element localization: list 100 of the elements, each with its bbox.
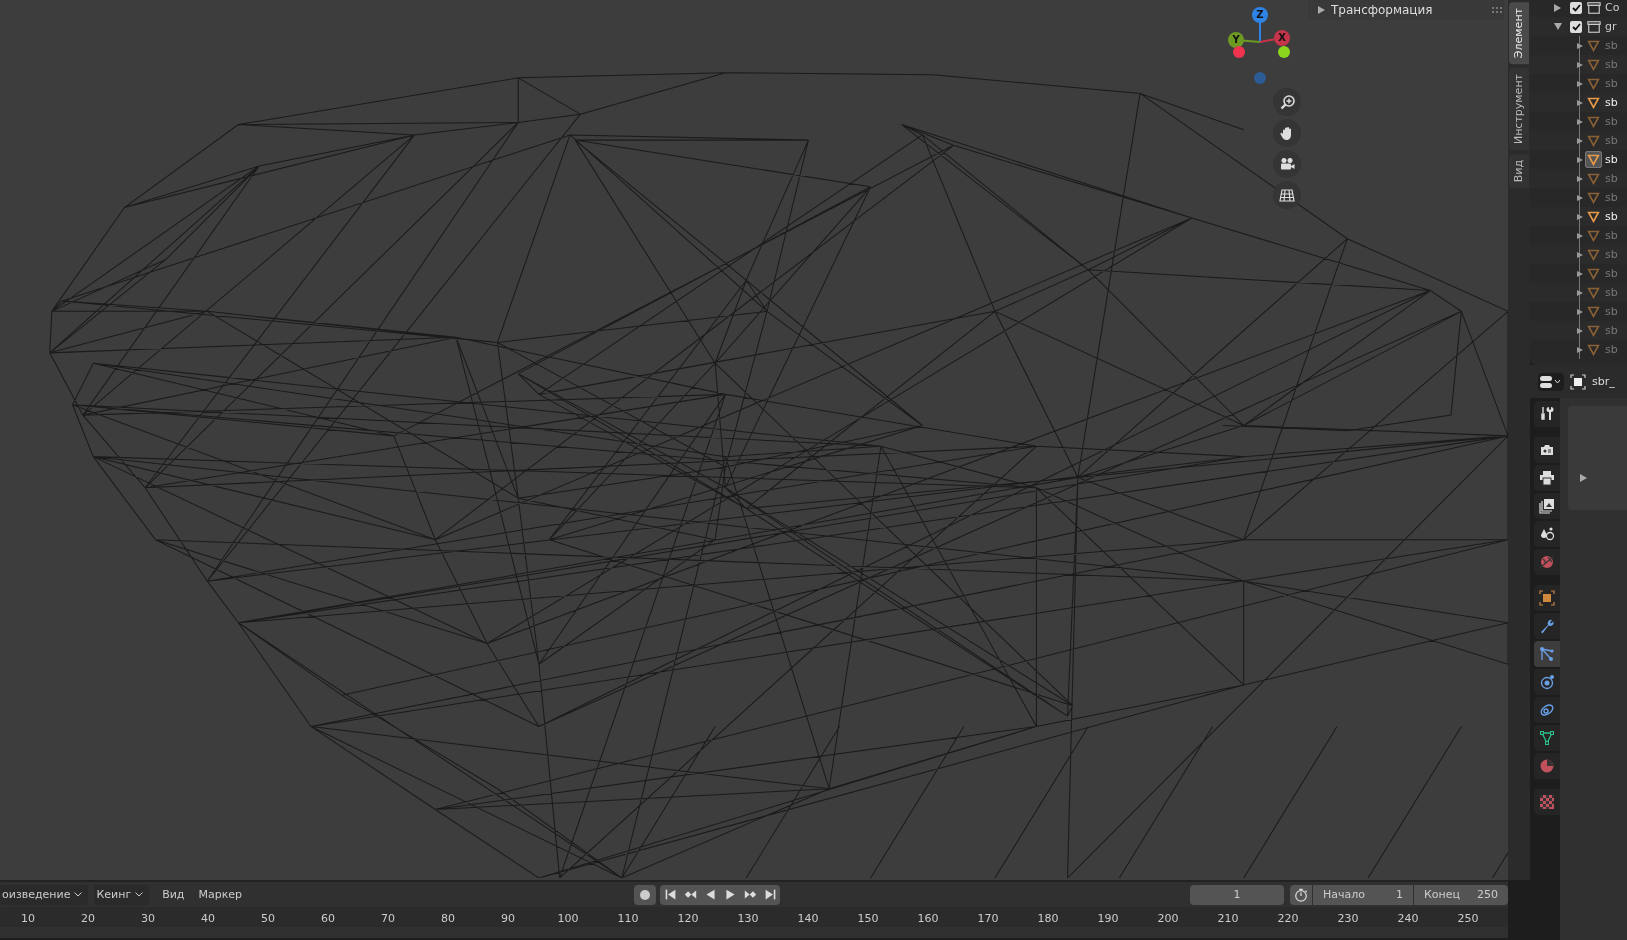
outliner-item[interactable]: sb xyxy=(1605,172,1618,185)
particles-icon xyxy=(1539,646,1555,662)
panel-header[interactable]: Трансформация xyxy=(1308,0,1504,20)
outliner-item[interactable]: sb xyxy=(1605,134,1618,147)
sidebar-tab[interactable]: Вид xyxy=(1509,154,1529,189)
outliner-item[interactable]: sb xyxy=(1605,210,1618,223)
dropdown[interactable]: Кеинг xyxy=(94,884,150,905)
material-tab[interactable] xyxy=(1534,753,1560,779)
stopwatch-button[interactable] xyxy=(1290,884,1312,905)
scene-tab[interactable] xyxy=(1534,521,1560,547)
caret-icon xyxy=(135,892,144,897)
play-reverse-icon xyxy=(703,888,717,901)
hand-button[interactable] xyxy=(1273,119,1301,147)
outliner-item[interactable]: sb xyxy=(1605,115,1618,128)
view-layer-tab[interactable] xyxy=(1534,493,1560,519)
collection-icon xyxy=(1587,20,1601,34)
frame-number: 110 xyxy=(616,911,640,927)
camera-button[interactable] xyxy=(1273,150,1301,178)
frame-number: 100 xyxy=(556,911,580,927)
expand-arrow-icon[interactable] xyxy=(1577,233,1583,239)
axis-label[interactable]: X xyxy=(1274,30,1290,46)
outliner-item[interactable]: sb xyxy=(1605,324,1618,337)
expand-arrow-icon[interactable] xyxy=(1554,23,1562,30)
axis-dot[interactable] xyxy=(1233,46,1245,58)
grid-button[interactable] xyxy=(1273,181,1301,209)
expand-arrow-icon[interactable] xyxy=(1577,62,1583,68)
particles-tab[interactable] xyxy=(1534,641,1560,667)
expand-arrow-icon[interactable] xyxy=(1577,252,1583,258)
outliner-item[interactable]: sb xyxy=(1605,58,1618,71)
frame-number: 40 xyxy=(200,911,216,927)
start-frame-field[interactable]: Начало 1 xyxy=(1313,884,1413,905)
frame-ruler[interactable]: 10 20 30 40 50 60 70 80 90 100 110 120 130 140 150 160 170 180 190 200 210 220 230 240 250 xyxy=(0,907,1508,938)
outliner-item[interactable]: sb xyxy=(1605,191,1618,204)
outliner-item[interactable]: Co xyxy=(1605,1,1620,14)
frame-number: 200 xyxy=(1156,911,1180,927)
expand-arrow-icon[interactable] xyxy=(1577,43,1583,49)
material-icon xyxy=(1539,758,1555,774)
outliner-item[interactable]: sb xyxy=(1605,286,1618,299)
grid-icon xyxy=(1279,187,1295,203)
object-icon xyxy=(1539,590,1555,606)
modifier-tab[interactable] xyxy=(1534,613,1560,639)
menu-item[interactable]: Вид xyxy=(155,888,192,901)
end-frame-field[interactable]: Конец 250 xyxy=(1414,884,1508,905)
expand-arrow-icon[interactable] xyxy=(1577,119,1583,125)
sidebar-tab[interactable]: Инструмент xyxy=(1509,68,1529,151)
frame-number: 170 xyxy=(976,911,1000,927)
expand-arrow-icon[interactable] xyxy=(1577,328,1583,334)
expand-arrow-icon[interactable] xyxy=(1577,138,1583,144)
editor-type-button[interactable] xyxy=(1538,372,1564,391)
collection-icon xyxy=(1587,1,1601,15)
world-tab[interactable] xyxy=(1534,549,1560,575)
render-tab[interactable] xyxy=(1534,437,1560,463)
outliner-item[interactable]: sb xyxy=(1605,267,1618,280)
outliner-item[interactable]: sb xyxy=(1605,77,1618,90)
outliner-item[interactable]: sb xyxy=(1605,96,1618,109)
menu-item[interactable]: Маркер xyxy=(191,888,250,901)
frame-number: 50 xyxy=(260,911,276,927)
expand-arrow-icon[interactable] xyxy=(1577,271,1583,277)
frame-number: 70 xyxy=(380,911,396,927)
grip-icon[interactable] xyxy=(1492,7,1504,13)
checkbox[interactable] xyxy=(1570,2,1582,14)
outliner-item[interactable]: sb xyxy=(1605,343,1618,356)
expand-arrow-icon[interactable] xyxy=(1577,347,1583,353)
collapsed-arrow-icon[interactable] xyxy=(1580,474,1587,482)
expand-arrow-icon[interactable] xyxy=(1577,100,1583,106)
outliner-item[interactable]: sb xyxy=(1605,248,1618,261)
view-layer-icon xyxy=(1539,498,1555,514)
expand-arrow-icon[interactable] xyxy=(1577,309,1583,315)
physics-tab[interactable] xyxy=(1534,669,1560,695)
expand-arrow-icon[interactable] xyxy=(1577,195,1583,201)
previous-keyframe-icon xyxy=(683,888,697,901)
expand-arrow-icon[interactable] xyxy=(1577,176,1583,182)
checkbox[interactable] xyxy=(1570,21,1582,33)
outliner-item[interactable]: sb xyxy=(1605,39,1618,52)
axis-dot[interactable] xyxy=(1278,46,1290,58)
expand-arrow-icon[interactable] xyxy=(1577,157,1583,163)
expand-arrow-icon[interactable] xyxy=(1577,214,1583,220)
axis-dot[interactable] xyxy=(1254,72,1266,84)
data-tab[interactable] xyxy=(1534,725,1560,751)
collapse-arrow-icon[interactable] xyxy=(1554,4,1561,12)
constraints-tab[interactable] xyxy=(1534,697,1560,723)
object-tab[interactable] xyxy=(1534,585,1560,611)
texture-tab[interactable] xyxy=(1534,789,1560,815)
outliner-item[interactable]: sb xyxy=(1605,229,1618,242)
outliner-item[interactable]: sb xyxy=(1605,305,1618,318)
physics-icon xyxy=(1539,674,1555,690)
zoom-button[interactable] xyxy=(1273,88,1301,116)
output-tab[interactable] xyxy=(1534,465,1560,491)
outliner-item[interactable]: gr xyxy=(1605,20,1617,33)
axis-label[interactable]: Y xyxy=(1228,32,1244,48)
tool-tab[interactable] xyxy=(1534,401,1560,427)
auto-keying-button[interactable] xyxy=(634,884,656,905)
frame-number: 90 xyxy=(500,911,516,927)
outliner-item[interactable]: sb xyxy=(1605,153,1618,166)
expand-arrow-icon[interactable] xyxy=(1577,81,1583,87)
current-frame-field[interactable]: 1 xyxy=(1190,884,1284,905)
dropdown[interactable]: оизведение xyxy=(0,884,89,905)
sidebar-tab[interactable]: Элемент xyxy=(1509,2,1529,65)
expand-arrow-icon[interactable] xyxy=(1577,290,1583,296)
axis-label[interactable]: Z xyxy=(1252,7,1268,23)
